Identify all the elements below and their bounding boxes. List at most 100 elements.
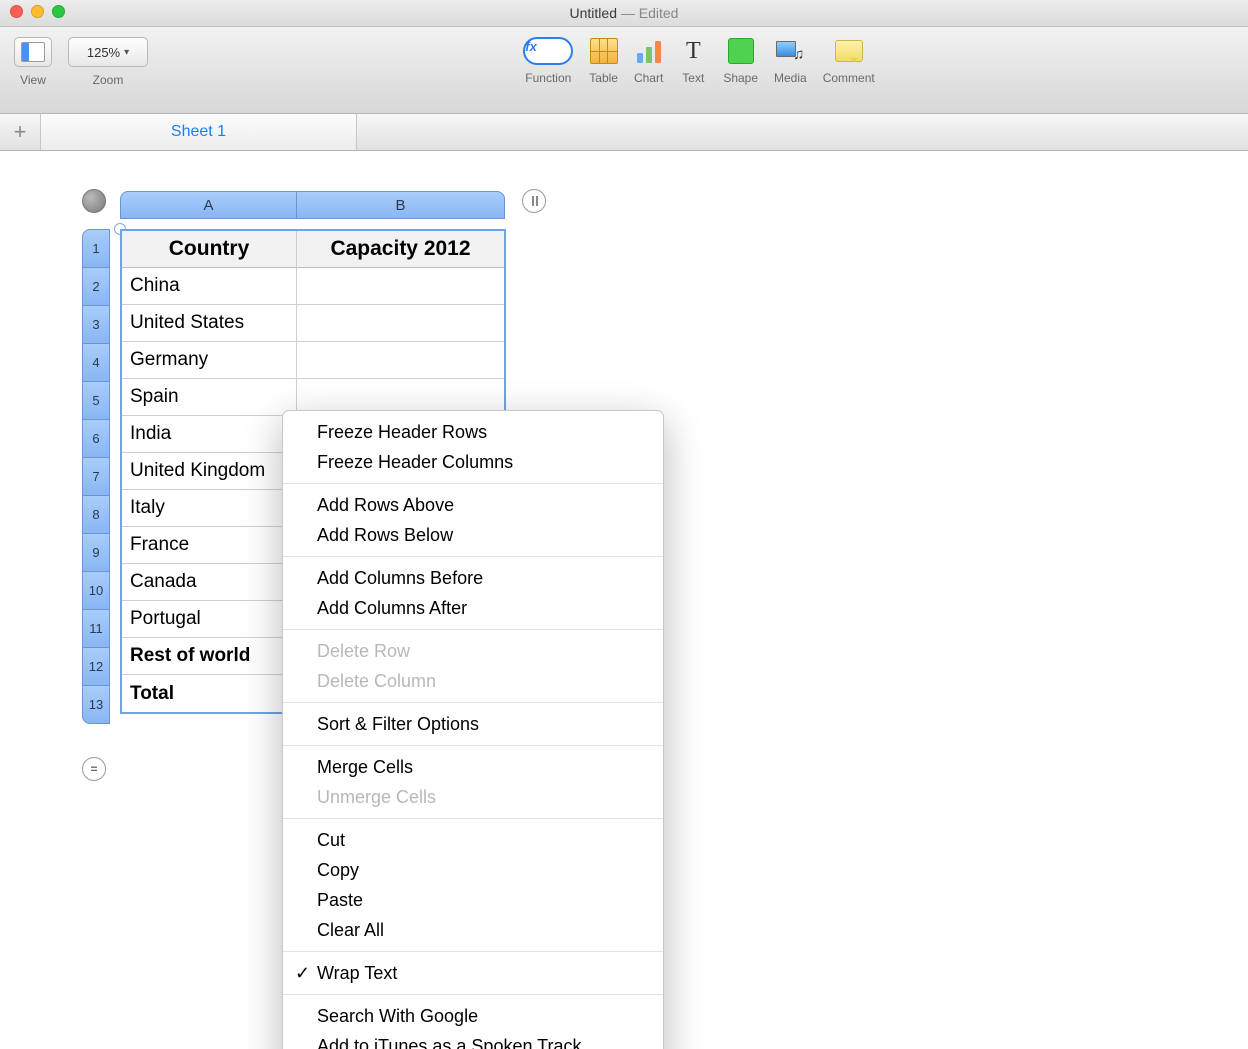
column-headers: A B	[120, 191, 505, 219]
row-header[interactable]: 1	[82, 229, 110, 268]
cell[interactable]: India	[122, 416, 297, 453]
table-handle-icon[interactable]	[82, 189, 106, 213]
menu-freeze-header-rows[interactable]: Freeze Header Rows	[283, 417, 663, 447]
table-row: United States	[122, 305, 504, 342]
zoom-icon[interactable]	[52, 5, 65, 18]
titlebar: Untitled — Edited	[0, 0, 1248, 27]
menu-copy[interactable]: Copy	[283, 855, 663, 885]
row-header[interactable]: 7	[82, 458, 110, 496]
menu-separator	[283, 951, 663, 952]
cell[interactable]: Italy	[122, 490, 297, 527]
row-header[interactable]: 4	[82, 344, 110, 382]
table-group: Table	[589, 37, 618, 85]
shape-label: Shape	[723, 71, 758, 85]
comment-icon	[835, 40, 863, 62]
row-header[interactable]: 5	[82, 382, 110, 420]
cell[interactable]: United Kingdom	[122, 453, 297, 490]
menu-freeze-header-columns[interactable]: Freeze Header Columns	[283, 447, 663, 477]
table-button[interactable]	[590, 37, 618, 65]
menu-merge-cells[interactable]: Merge Cells	[283, 752, 663, 782]
comment-button[interactable]	[835, 37, 863, 65]
shape-button[interactable]	[727, 37, 755, 65]
chart-button[interactable]	[635, 37, 663, 65]
column-header-b[interactable]: B	[297, 191, 505, 219]
sheet-tab[interactable]: Sheet 1	[41, 114, 357, 150]
row-header[interactable]: 2	[82, 268, 110, 306]
cell[interactable]: Total	[122, 675, 297, 712]
row-header[interactable]: 11	[82, 610, 110, 648]
header-cell-country[interactable]: Country	[122, 231, 297, 268]
square-icon	[728, 38, 754, 64]
media-button[interactable]: ♫	[776, 37, 804, 65]
menu-paste[interactable]: Paste	[283, 885, 663, 915]
close-icon[interactable]	[10, 5, 23, 18]
table-row: Germany	[122, 342, 504, 379]
comment-group: Comment	[823, 37, 875, 85]
shape-group: Shape	[723, 37, 758, 85]
chart-group: Chart	[634, 37, 663, 85]
row-header[interactable]: 10	[82, 572, 110, 610]
menu-add-rows-below[interactable]: Add Rows Below	[283, 520, 663, 550]
table-icon	[590, 38, 618, 64]
header-cell-capacity[interactable]: Capacity 2012	[297, 231, 504, 268]
cell[interactable]: China	[122, 268, 297, 305]
menu-sort-filter[interactable]: Sort & Filter Options	[283, 709, 663, 739]
cell[interactable]: France	[122, 527, 297, 564]
menu-add-to-itunes[interactable]: Add to iTunes as a Spoken Track	[283, 1031, 663, 1049]
menu-cut[interactable]: Cut	[283, 825, 663, 855]
zoom-label: Zoom	[93, 73, 124, 87]
menu-separator	[283, 556, 663, 557]
row-header[interactable]: 13	[82, 686, 110, 724]
menu-add-columns-after[interactable]: Add Columns After	[283, 593, 663, 623]
cell[interactable]: Canada	[122, 564, 297, 601]
column-header-a[interactable]: A	[120, 191, 297, 219]
menu-separator	[283, 483, 663, 484]
function-group: fx Function	[523, 37, 573, 85]
function-button[interactable]: fx	[523, 37, 573, 65]
cell[interactable]	[297, 268, 504, 305]
menu-separator	[283, 745, 663, 746]
row-header[interactable]: 6	[82, 420, 110, 458]
menu-wrap-text[interactable]: Wrap Text	[283, 958, 663, 988]
cell[interactable]: Germany	[122, 342, 297, 379]
cell[interactable]: Spain	[122, 379, 297, 416]
cell[interactable]: Rest of world	[122, 638, 297, 675]
canvas[interactable]: = A B 1 2 3 4 5 6 7 8 9 10 11 12 13	[0, 151, 1248, 1049]
add-column-handle[interactable]	[522, 189, 546, 213]
context-menu: Freeze Header Rows Freeze Header Columns…	[282, 410, 664, 1049]
row-header[interactable]: 8	[82, 496, 110, 534]
cell[interactable]: United States	[122, 305, 297, 342]
cell[interactable]	[297, 342, 504, 379]
media-group: ♫ Media	[774, 37, 807, 85]
minimize-icon[interactable]	[31, 5, 44, 18]
chart-label: Chart	[634, 71, 663, 85]
row-header[interactable]: 3	[82, 306, 110, 344]
add-row-handle[interactable]: =	[82, 757, 106, 781]
add-sheet-button[interactable]: +	[0, 114, 41, 150]
row-header[interactable]: 9	[82, 534, 110, 572]
panel-icon	[21, 42, 45, 62]
text-group: T Text	[679, 37, 707, 85]
text-button[interactable]: T	[679, 37, 707, 65]
view-group: View	[14, 37, 52, 87]
edited-indicator: — Edited	[617, 5, 678, 21]
zoom-value: 125%	[87, 45, 120, 60]
menu-delete-row: Delete Row	[283, 636, 663, 666]
menu-delete-column: Delete Column	[283, 666, 663, 696]
comment-label: Comment	[823, 71, 875, 85]
row-header[interactable]: 12	[82, 648, 110, 686]
menu-unmerge-cells: Unmerge Cells	[283, 782, 663, 812]
menu-add-rows-above[interactable]: Add Rows Above	[283, 490, 663, 520]
menu-add-columns-before[interactable]: Add Columns Before	[283, 563, 663, 593]
menu-clear-all[interactable]: Clear All	[283, 915, 663, 945]
chevron-down-icon: ▾	[124, 47, 129, 58]
cell[interactable]	[297, 305, 504, 342]
cell[interactable]: Portugal	[122, 601, 297, 638]
chart-icon	[637, 39, 661, 63]
row-headers: 1 2 3 4 5 6 7 8 9 10 11 12 13	[82, 229, 110, 724]
view-button[interactable]	[14, 37, 52, 67]
menu-search-google[interactable]: Search With Google	[283, 1001, 663, 1031]
text-label: Text	[682, 71, 704, 85]
sheet-tabstrip: + Sheet 1	[0, 114, 1248, 151]
zoom-dropdown[interactable]: 125% ▾	[68, 37, 148, 67]
